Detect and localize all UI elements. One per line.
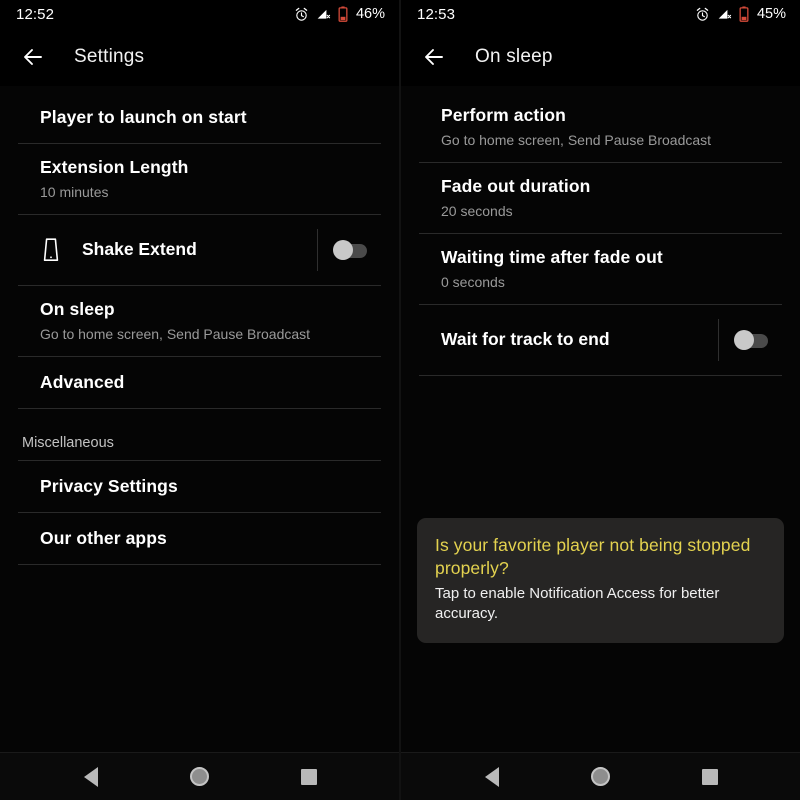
toggle-thumb [332,240,353,261]
section-header-miscellaneous: Miscellaneous [18,409,381,461]
signal-off-icon [718,9,732,19]
row-title: Wait for track to end [441,329,610,350]
alarm-icon [295,7,308,21]
row-title: Extension Length [40,157,189,177]
right-spacer [401,697,800,752]
row-title: Privacy Settings [40,475,178,496]
phone-shake-icon [40,237,70,263]
page-title: Settings [74,46,145,67]
battery-low-icon [338,6,348,22]
signal-off-icon [317,9,331,19]
settings-list: Player to launch on start Extension Leng… [0,86,399,658]
row-title: Waiting time after fade out [441,246,663,267]
arrow-back-icon[interactable] [18,42,48,72]
toggle-switch-off [332,240,367,261]
navigation-bar [401,752,800,800]
shake-extend-toggle[interactable] [317,228,381,271]
nav-back-icon[interactable] [69,755,113,799]
arrow-back-icon[interactable] [419,42,449,72]
setting-row-fade-out-duration[interactable]: Fade out duration 20 seconds [419,163,782,234]
setting-row-wait-for-track-to-end[interactable]: Wait for track to end [419,305,782,376]
row-title: Fade out duration [441,175,591,196]
alarm-icon [696,7,709,21]
left-spacer [0,658,399,752]
battery-percent: 45% [756,6,786,22]
page-title: On sleep [475,46,553,67]
setting-row-privacy-settings[interactable]: Privacy Settings [18,461,381,513]
app-bar: On sleep [401,28,800,86]
status-icon-group: 45% [695,6,786,22]
nav-home-icon[interactable] [579,755,623,799]
row-title: Player to launch on start [40,106,247,127]
setting-row-extension-length[interactable]: Extension Length 10 minutes [18,144,381,215]
toggle-switch-off [733,330,768,351]
battery-percent: 46% [355,6,385,22]
row-subtitle: 20 seconds [441,202,513,219]
nav-back-icon[interactable] [470,755,514,799]
dual-screenshot-container: 12:52 46% Settings Player to launch on s… [0,0,800,800]
row-title: Advanced [40,371,125,392]
status-bar: 12:53 45% [401,0,800,28]
row-subtitle: 0 seconds [441,273,505,290]
setting-row-player-to-launch[interactable]: Player to launch on start [18,92,381,144]
wait-for-track-to-end-toggle[interactable] [718,318,782,361]
setting-row-on-sleep[interactable]: On sleep Go to home screen, Send Pause B… [18,286,381,357]
row-subtitle: Go to home screen, Send Pause Broadcast [40,325,311,342]
setting-row-shake-extend[interactable]: Shake Extend [18,215,381,286]
status-icon-group: 46% [294,6,385,22]
right-phone-screen: 12:53 45% On sleep Perform action Go to … [400,0,800,800]
battery-low-icon [739,6,749,22]
setting-row-waiting-time-after-fade-out[interactable]: Waiting time after fade out 0 seconds [419,234,782,305]
card-body: Tap to enable Notification Access for be… [435,585,720,623]
settings-list: Perform action Go to home screen, Send P… [401,86,800,697]
status-time: 12:53 [417,5,456,23]
app-bar: Settings [0,28,399,86]
row-subtitle: Go to home screen, Send Pause Broadcast [441,131,712,148]
nav-recents-icon[interactable] [688,755,732,799]
row-subtitle: 10 minutes [40,183,109,200]
row-title: On sleep [40,298,115,319]
row-title: Perform action [441,105,566,125]
nav-recents-icon[interactable] [287,755,331,799]
setting-row-our-other-apps[interactable]: Our other apps [18,513,381,565]
nav-home-icon[interactable] [178,755,222,799]
row-title: Shake Extend [82,239,197,260]
notification-access-card[interactable]: Is your favorite player not being stoppe… [417,517,784,643]
navigation-bar [0,752,399,800]
status-time: 12:52 [16,5,55,23]
left-phone-screen: 12:52 46% Settings Player to launch on s… [0,0,400,800]
setting-row-advanced[interactable]: Advanced [18,357,381,409]
status-bar: 12:52 46% [0,0,399,28]
card-title: Is your favorite player not being stoppe… [435,534,751,578]
setting-row-perform-action[interactable]: Perform action Go to home screen, Send P… [419,92,782,163]
row-title: Our other apps [40,527,167,548]
toggle-thumb [733,330,754,351]
